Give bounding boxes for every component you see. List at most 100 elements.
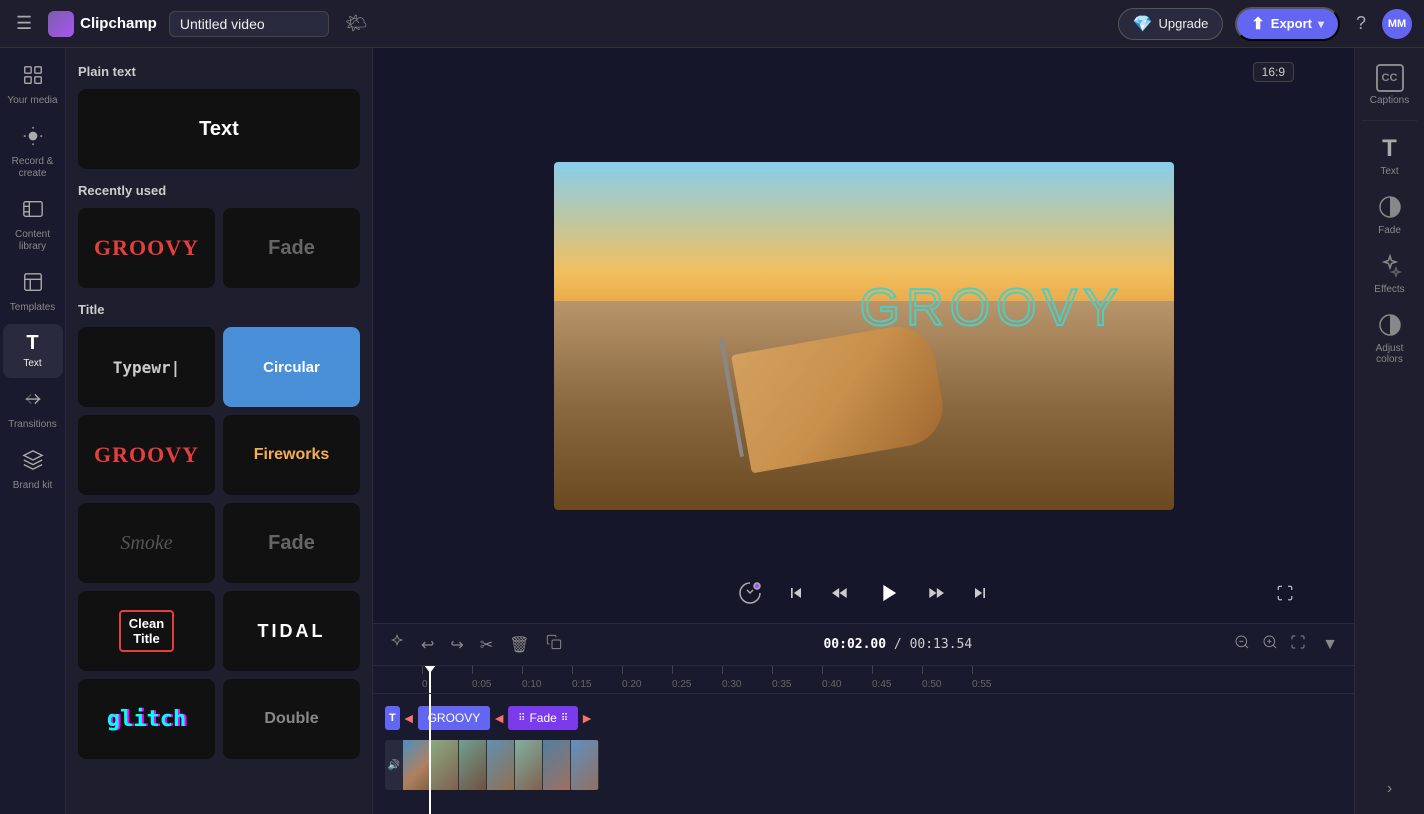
right-item-adjust-colors[interactable]: Adjust colors [1358,305,1422,373]
fade-clip-drag-icon: ⠿ [518,713,525,724]
export-icon: ⬆ [1251,14,1264,34]
plain-text-title: Plain text [78,64,360,79]
groovy-overlay-text: GROOVY [860,278,1124,338]
fade-label: Fade [1378,225,1401,236]
glitch-label: glitch [107,707,186,732]
video-clip[interactable] [403,740,599,790]
typewriter-label: Typewr| [113,358,180,377]
content-library-icon [22,198,44,226]
groovy-title-card[interactable]: GROOVY [78,415,215,495]
fade-clip[interactable]: ⠿ Fade ⠿ [508,706,578,730]
groovy-recent-card[interactable]: GROOVY [78,208,215,288]
sidebar-item-label: Brand kit [13,480,52,492]
sidebar-item-content-library[interactable]: Content library [3,190,63,261]
clean-title-inner: CleanTitle [119,610,174,652]
fullscreen-button[interactable] [1276,584,1294,607]
gem-icon: 💎 [1133,14,1153,34]
upgrade-button[interactable]: 💎 Upgrade [1118,8,1224,40]
sidebar-item-your-media[interactable]: Your media [3,56,63,115]
timeline-total-time: 00:13.54 [910,637,973,652]
fireworks-label: Fireworks [254,446,330,464]
redo-button[interactable]: ↪ [446,633,467,657]
timeline-zoom-controls [1230,632,1310,657]
export-button[interactable]: ⬆ Export ▾ [1235,7,1340,41]
text-type-label: Text [1380,166,1398,177]
rewind-button[interactable] [826,579,854,607]
sidebar-item-label: Record & create [7,156,59,180]
fade-clip-drag-icon-right: ⠿ [561,713,568,724]
circular-card[interactable]: Circular [223,327,360,407]
playhead[interactable] [429,666,431,693]
help-icon[interactable]: ? [1352,9,1370,38]
cut-button[interactable]: ✂ [476,633,497,657]
tidal-label: TIDAL [258,621,326,642]
forward-button[interactable] [922,579,950,607]
avatar[interactable]: MM [1382,9,1412,39]
clean-title-card[interactable]: CleanTitle [78,591,215,671]
hamburger-menu[interactable]: ☰ [12,9,36,38]
export-dropdown-icon[interactable]: ▾ [1318,17,1324,31]
text-panel: ‹ Plain text Text Recently used GROOVY F… [66,48,373,814]
copy-button[interactable] [542,632,566,657]
fireworks-card[interactable]: Fireworks [223,415,360,495]
logo-icon [48,11,74,37]
timeline-time-separator: / [894,637,910,652]
plain-text-card[interactable]: Text [78,89,360,169]
text-track: T ◄ GROOVY ◄ ⠿ Fade ⠿ ► [385,702,1342,732]
sidebar-item-label: Your media [7,95,57,107]
magic-tool-button[interactable] [385,632,409,657]
brand-kit-icon [22,449,44,477]
undo-button[interactable]: ↩ [417,633,438,657]
track-playhead-line [429,694,431,814]
fade-recent-card[interactable]: Fade [223,208,360,288]
captions-label: Captions [1370,95,1409,106]
sidebar-item-label: Text [23,358,41,370]
skip-to-end-button[interactable] [966,579,994,607]
effects-label: Effects [1374,284,1404,295]
video-title[interactable]: Untitled video [169,11,329,37]
sidebar-item-text[interactable]: T Text [3,324,63,378]
timeline-toolbar: ↩ ↪ ✂ 🗑 00:02.00 / 00:13.54 [373,624,1354,666]
aspect-ratio-badge[interactable]: 16:9 [1253,62,1294,82]
double-label: Double [264,710,318,728]
tidal-card[interactable]: TIDAL [223,591,360,671]
double-card[interactable]: Double [223,679,360,759]
zoom-in-button[interactable] [1258,632,1282,657]
text-icon: T [26,332,38,355]
groovy-title-label: GROOVY [94,442,199,468]
typewriter-card[interactable]: Typewr| [78,327,215,407]
fade-title-card[interactable]: Fade [223,503,360,583]
preview-area: 16:9 GROOVY [373,48,1354,623]
timeline-ruler: 0 0:05 0:10 0:15 0:20 0:25 0:30 [373,666,1354,694]
upgrade-label: Upgrade [1159,16,1209,31]
sidebar-item-record[interactable]: Record & create [3,117,63,188]
logo-text: Clipchamp [80,15,157,32]
glitch-card[interactable]: glitch [78,679,215,759]
fit-to-screen-button[interactable] [1286,632,1310,657]
right-item-text[interactable]: T Text [1358,127,1422,185]
right-item-effects[interactable]: Effects [1358,246,1422,303]
effects-icon [1378,254,1402,281]
sidebar-item-brand-kit[interactable]: Brand kit [3,441,63,500]
zoom-out-button[interactable] [1230,632,1254,657]
sidebar-item-transitions[interactable]: Transitions [3,380,63,439]
preview-video: GROOVY [554,162,1174,510]
right-item-captions[interactable]: CC Captions [1358,56,1422,114]
right-sidebar: CC Captions T Text Fade Effects Adjust c… [1354,48,1424,814]
groovy-recent-label: GROOVY [94,235,199,261]
timeline-expand-button[interactable]: ▼ [1318,634,1342,656]
right-arrow: ► [580,710,594,726]
right-collapse-button[interactable]: › [1358,772,1422,806]
left-sidebar: Your media Record & create Content libra… [0,48,66,814]
delete-button[interactable]: 🗑 [505,633,533,657]
fade-recent-label: Fade [268,237,315,260]
logo: Clipchamp [48,11,157,37]
export-label: Export [1271,16,1312,31]
skip-to-start-button[interactable] [782,579,810,607]
right-item-fade[interactable]: Fade [1358,187,1422,244]
ai-enhance-button[interactable] [734,577,766,609]
sidebar-item-templates[interactable]: Templates [3,263,63,322]
play-button[interactable] [870,575,906,611]
recently-used-title: Recently used [78,183,360,198]
smoke-card[interactable]: Smoke [78,503,215,583]
